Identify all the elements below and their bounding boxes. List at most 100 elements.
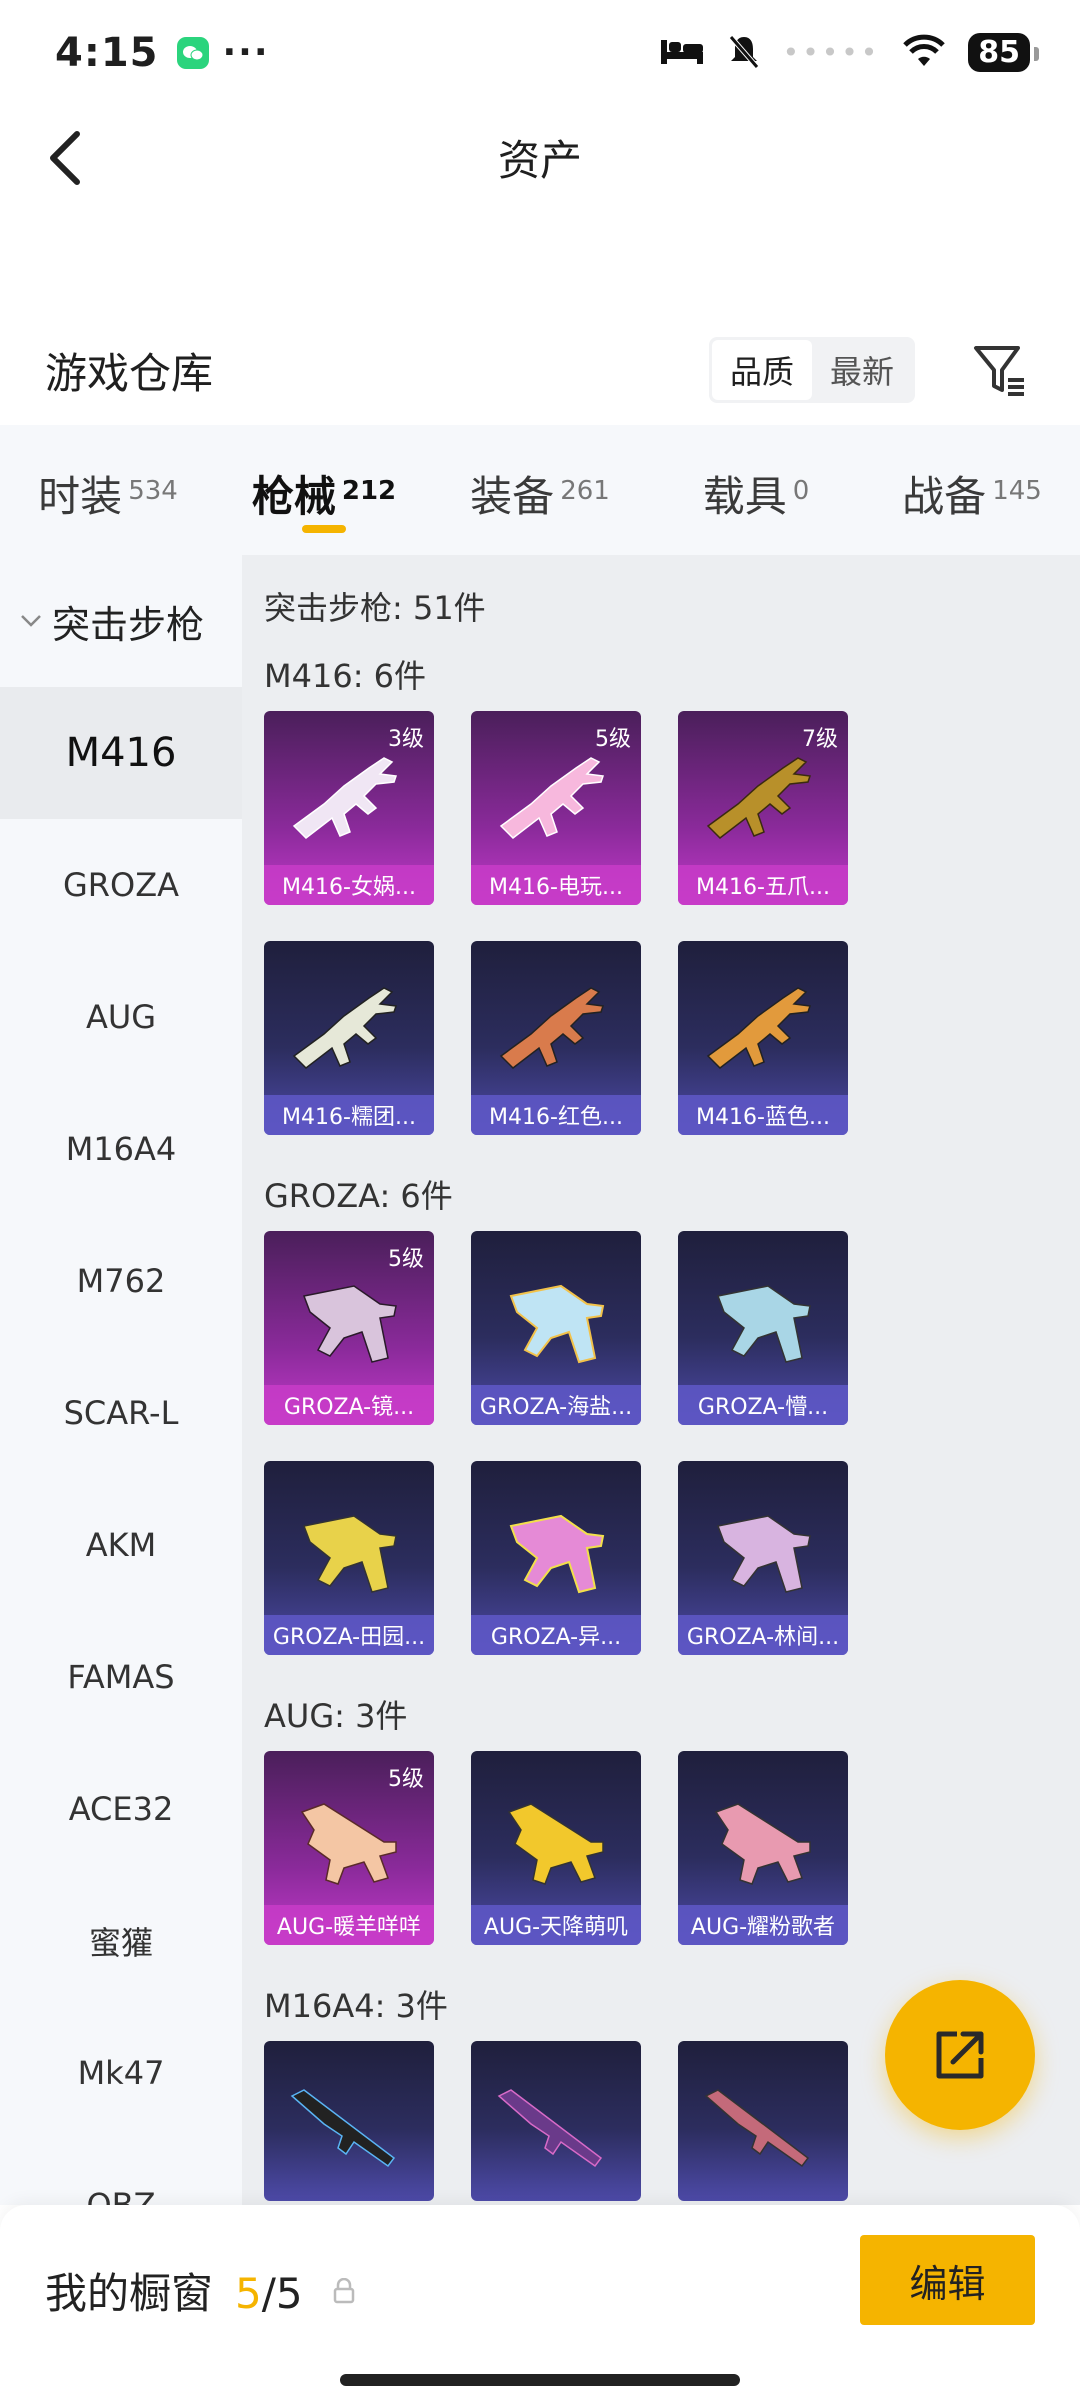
rifle-icon — [509, 1514, 605, 1594]
rifle-icon — [302, 1515, 397, 1593]
sidebar-item-m762[interactable]: M762 — [0, 1215, 242, 1347]
rifle-icon — [714, 1803, 811, 1885]
filter-icon — [974, 346, 1024, 396]
sidebar-group-assault-rifles[interactable]: 突击步枪 — [0, 555, 242, 687]
sidebar-item-akm[interactable]: AKM — [0, 1479, 242, 1611]
more-notifications-icon: ··· — [222, 32, 270, 73]
tab-count: 145 — [992, 476, 1042, 506]
rifle-icon — [302, 1285, 397, 1363]
signal-icon: ••••• — [782, 36, 881, 69]
edit-button[interactable]: 编辑 — [860, 2235, 1035, 2325]
rifle-icon — [716, 1515, 811, 1593]
skin-name: M416-五爪... — [678, 865, 848, 905]
rifle-icon — [499, 987, 605, 1069]
sort-by-quality[interactable]: 品质 — [711, 340, 812, 400]
skin-name: AUG-暖羊咩咩 — [264, 1905, 434, 1945]
skin-card[interactable]: GROZA-异... — [471, 1461, 641, 1655]
skin-name: M416-糯团... — [264, 1095, 434, 1135]
tab-label: 时装 — [38, 472, 123, 521]
skin-card[interactable]: AUG-耀粉歌者 — [678, 1751, 848, 1945]
tab-label: 枪械 — [251, 472, 336, 521]
sidebar-group-label: 突击步枪 — [52, 602, 205, 647]
showcase-label: 我的橱窗 — [45, 2269, 214, 2318]
rifle-icon — [706, 987, 812, 1069]
skin-name: M416-电玩... — [471, 865, 641, 905]
tab-label: 载具 — [702, 472, 787, 521]
skin-card[interactable] — [471, 2041, 641, 2201]
skin-name: AUG-天降萌叽 — [471, 1905, 641, 1945]
skin-card[interactable]: M416-红色... — [471, 941, 641, 1135]
skin-name: M416-蓝色... — [678, 1095, 848, 1135]
skin-card[interactable]: GROZA-林间... — [678, 1461, 848, 1655]
skin-name: GROZA-田园... — [264, 1615, 434, 1655]
wechat-icon — [176, 36, 209, 69]
skin-card[interactable]: 5级 AUG-暖羊咩咩 — [264, 1751, 434, 1945]
skin-card[interactable]: GROZA-田园... — [264, 1461, 434, 1655]
skin-card[interactable]: 5级 M416-电玩... — [471, 711, 641, 905]
category-tabs: 时装 534 枪械 212 装备 261 载具 0 战备 145 — [0, 425, 1080, 555]
skin-card[interactable]: M416-蓝色... — [678, 941, 848, 1135]
rifle-icon — [507, 1803, 604, 1885]
sidebar-item-mk47[interactable]: Mk47 — [0, 2007, 242, 2139]
sort-by-newest[interactable]: 最新 — [812, 340, 912, 400]
skin-card[interactable]: 7级 M416-五爪... — [678, 711, 848, 905]
tab-vehicles[interactable]: 载具 0 — [648, 425, 864, 555]
chevron-down-icon — [21, 615, 41, 627]
status-bar: 4:15 ··· ••••• 85 — [0, 0, 1080, 105]
warehouse-title: 游戏仓库 — [45, 348, 214, 398]
tab-label: 装备 — [470, 472, 555, 521]
home-indicator — [340, 2374, 740, 2386]
tab-equipment[interactable]: 装备 261 — [432, 425, 648, 555]
skin-card[interactable]: AUG-天降萌叽 — [471, 1751, 641, 1945]
skin-card[interactable]: 5级 GROZA-镜... — [264, 1231, 434, 1425]
skin-card[interactable]: GROZA-海盐... — [471, 1231, 641, 1425]
rifle-icon — [509, 1284, 605, 1364]
tab-firearms[interactable]: 枪械 212 — [216, 425, 432, 555]
share-button[interactable] — [885, 1980, 1035, 2130]
sidebar-item-m416[interactable]: M416 — [0, 687, 242, 819]
skin-card[interactable] — [678, 2041, 848, 2201]
sidebar-item-famas[interactable]: FAMAS — [0, 1611, 242, 1743]
page-title: 资产 — [497, 136, 582, 185]
sidebar-item-groza[interactable]: GROZA — [0, 819, 242, 951]
skin-card[interactable]: 3级 M416-女娲... — [264, 711, 434, 905]
section-title-m416: M416: 6件 — [264, 657, 427, 695]
weapon-content: 突击步枪: 51件 M416: 6件 3级 M416-女娲... 5级 M416… — [242, 555, 1080, 2205]
sidebar-item-m16a4[interactable]: M16A4 — [0, 1083, 242, 1215]
back-button[interactable] — [35, 125, 95, 191]
sidebar-item-ace32[interactable]: ACE32 — [0, 1743, 242, 1875]
active-tab-indicator — [302, 525, 346, 533]
external-link-icon — [936, 2031, 984, 2079]
skin-name: GROZA-懵... — [678, 1385, 848, 1425]
lock-icon — [333, 2277, 355, 2308]
battery-indicator: 85 — [968, 33, 1039, 72]
rifle-icon — [300, 1803, 397, 1885]
sort-toggle: 品质 最新 — [708, 337, 915, 403]
sidebar-item-honey-badger[interactable]: 蜜獾 — [0, 1875, 242, 2007]
skin-grid-aug: 5级 AUG-暖羊咩咩 AUG-天降萌叽 AUG-耀粉歌者 — [264, 1751, 1080, 1981]
skin-card[interactable]: GROZA-懵... — [678, 1231, 848, 1425]
sidebar-item-qbz[interactable]: QBZ — [0, 2139, 242, 2205]
skin-name: GROZA-镜... — [264, 1385, 434, 1425]
tab-fashion[interactable]: 时装 534 — [0, 425, 216, 555]
rifle-icon — [716, 1285, 811, 1363]
showcase-total: /5 — [261, 2269, 303, 2318]
tab-count: 0 — [792, 476, 810, 506]
rifle-icon — [704, 2089, 810, 2168]
status-time: 4:15 — [55, 29, 159, 76]
filter-button[interactable] — [965, 335, 1035, 405]
sidebar-item-scar-l[interactable]: SCAR-L — [0, 1347, 242, 1479]
tab-supplies[interactable]: 战备 145 — [864, 425, 1080, 555]
page-header: 资产 — [0, 105, 1080, 210]
showcase-count: 5 — [235, 2269, 262, 2318]
section-title-aug: AUG: 3件 — [264, 1697, 408, 1735]
skin-card[interactable] — [264, 2041, 434, 2201]
category-summary: 突击步枪: 51件 — [264, 589, 486, 627]
weapon-sidebar: 突击步枪 M416 GROZA AUG M16A4 M762 SCAR-L AK… — [0, 555, 242, 2205]
sidebar-item-aug[interactable]: AUG — [0, 951, 242, 1083]
rifle-icon — [292, 987, 398, 1069]
warehouse-row: 游戏仓库 品质 最新 — [0, 315, 1080, 425]
rifle-icon — [292, 757, 398, 839]
showcase-info: 我的橱窗 5 /5 — [45, 2260, 355, 2321]
skin-card[interactable]: M416-糯团... — [264, 941, 434, 1135]
